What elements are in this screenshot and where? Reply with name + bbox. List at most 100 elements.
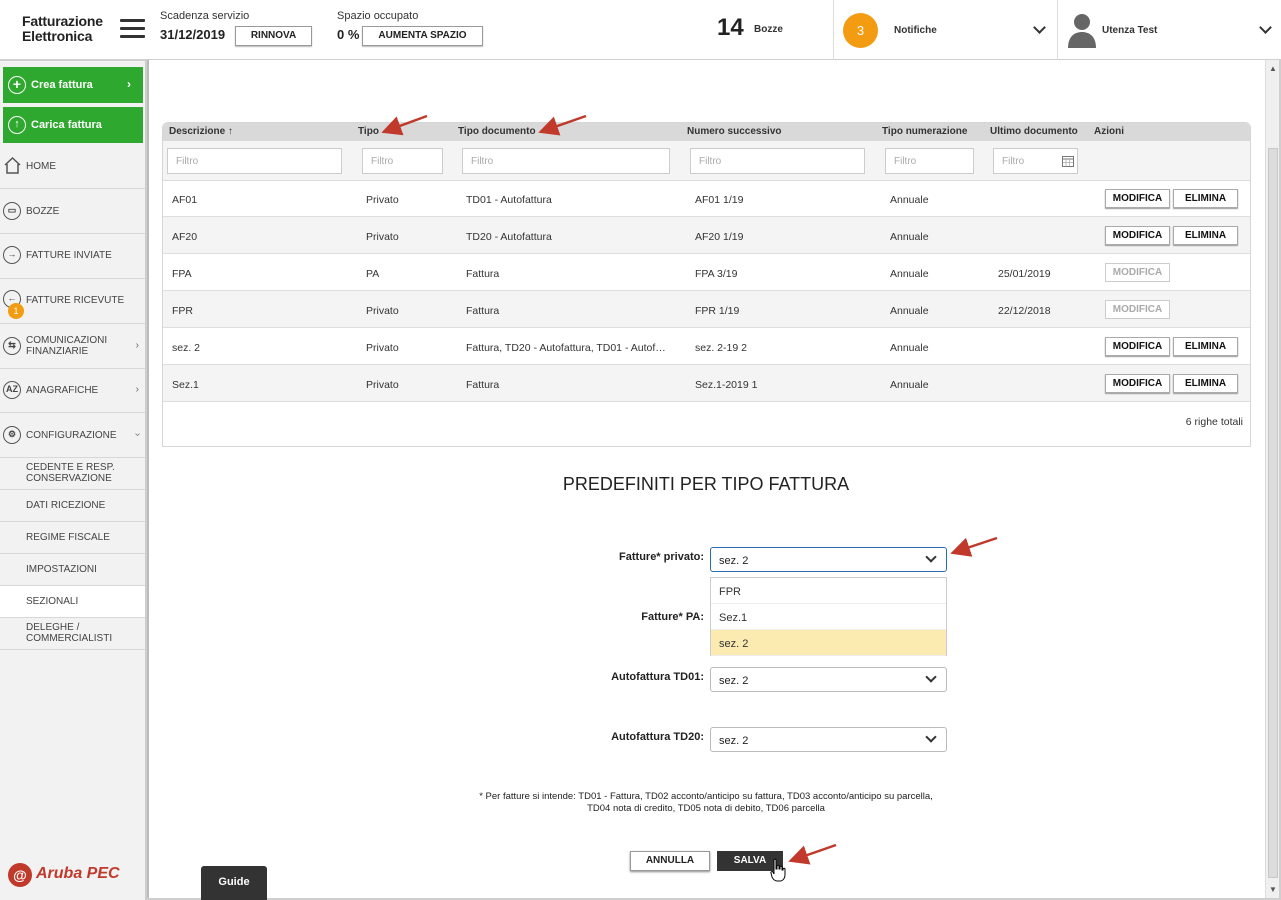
table-header: Descrizione ↑ Tipo Tipo documento Numero… [163,123,1250,141]
user-avatar-icon[interactable] [1067,12,1097,48]
sidebar-item-bozze[interactable]: ▭ BOZZE [0,189,145,234]
scroll-down-icon[interactable]: ▼ [1269,885,1277,894]
sidebar-item-label: FATTURE INVIATE [26,250,112,261]
scadenza-value: 31/12/2019 [160,27,226,42]
table-row[interactable]: Sez.1 Privato Fattura Sez.1-2019 1 Annua… [163,365,1250,402]
aumenta-spazio-button[interactable]: AUMENTA SPAZIO [362,26,483,46]
modifica-button-disabled: MODIFICA [1105,263,1170,282]
dropdown-option-selected[interactable]: sez. 2 [711,630,946,656]
sidebar-subitem-cedente[interactable]: CEDENTE E RESP. CONSERVAZIONE [0,458,145,490]
ricevute-badge: 1 [8,303,24,319]
filter-ultimo-documento-input[interactable]: Filtro [993,148,1078,174]
column-header-numero-successivo[interactable]: Numero successivo [687,126,782,137]
crea-fattura-button[interactable]: + Crea fattura › [3,67,143,103]
filter-numerazione-input[interactable]: Filtro [885,148,974,174]
column-header-ultimo-documento[interactable]: Ultimo documento [990,126,1078,137]
sidebar-item-configurazione[interactable]: ⚙ CONFIGURAZIONE › [0,413,145,458]
sidebar-subitem-label: SEZIONALI [26,596,79,607]
cell-numerazione: Annuale [890,194,929,206]
cell-tipo-documento: Fattura [466,305,500,317]
td01-select[interactable]: sez. 2 [710,667,947,692]
table-row[interactable]: AF01 Privato TD01 - Autofattura AF01 1/1… [163,180,1250,217]
cell-tipo: Privato [366,342,399,354]
pa-label: Fatture* PA: [641,611,704,623]
cell-tipo: Privato [366,231,399,243]
cell-descrizione: AF01 [172,194,198,206]
chevron-down-icon: › [131,432,143,437]
user-chevron-down-icon[interactable] [1259,21,1272,34]
td01-label: Autofattura TD01: [611,671,704,683]
column-header-tipo[interactable]: Tipo [358,126,379,137]
filter-numero-input[interactable]: Filtro [690,148,865,174]
cell-ultimo: 22/12/2018 [998,305,1051,317]
chevron-right-icon: › [127,77,131,91]
elimina-button[interactable]: ELIMINA [1173,226,1238,245]
sidebar-subitem-label: CEDENTE E RESP. CONSERVAZIONE [26,462,115,484]
spazio-label: Spazio occupato [337,10,419,22]
cell-ultimo: 25/01/2019 [998,268,1051,280]
annulla-button[interactable]: ANNULLA [630,851,710,871]
cell-numero: FPA 3/19 [695,268,738,280]
exchange-icon: ⇆ [3,337,21,355]
sidebar-subitem-deleghe[interactable]: DELEGHE / COMMERCIALISTI [0,618,145,650]
menu-icon[interactable] [120,19,145,38]
modifica-button[interactable]: MODIFICA [1105,374,1170,393]
sidebar-item-fatture-inviate[interactable]: → FATTURE INVIATE [0,234,145,279]
guide-tab[interactable]: Guide [201,866,267,900]
scroll-up-icon[interactable]: ▲ [1269,64,1277,73]
notifications-chevron-down-icon[interactable] [1033,21,1046,34]
dropdown-option[interactable]: FPR [711,578,946,604]
elimina-button[interactable]: ELIMINA [1173,189,1238,208]
cell-tipo: Privato [366,194,399,206]
elimina-button[interactable]: ELIMINA [1173,374,1238,393]
user-name[interactable]: Utenza Test [1102,25,1157,36]
notifications-label[interactable]: Notifiche [894,25,937,36]
table-row[interactable]: FPA PA Fattura FPA 3/19 Annuale 25/01/20… [163,254,1250,291]
cell-descrizione: FPR [172,305,193,317]
logo-line-2: Elettronica [22,28,93,44]
filter-tipo-input[interactable]: Filtro [362,148,443,174]
sidebar-item-fatture-ricevute[interactable]: ← FATTURE RICEVUTE [0,279,145,324]
table-row[interactable]: AF20 Privato TD20 - Autofattura AF20 1/1… [163,217,1250,254]
column-header-descrizione[interactable]: Descrizione ↑ [169,126,233,137]
td20-select[interactable]: sez. 2 [710,727,947,752]
cell-tipo-documento: Fattura, TD20 - Autofattura, TD01 - Auto… [466,342,666,354]
table-row[interactable]: FPR Privato Fattura FPR 1/19 Annuale 22/… [163,291,1250,328]
bozze-label[interactable]: Bozze [754,24,783,35]
elimina-button[interactable]: ELIMINA [1173,337,1238,356]
modifica-button[interactable]: MODIFICA [1105,189,1170,208]
app-logo[interactable]: Fatturazione Elettronica [22,14,103,44]
scrollbar-thumb[interactable] [1268,148,1278,878]
sidebar-subitem-label: DATI RICEZIONE [26,500,106,511]
section-title: PREDEFINITI PER TIPO FATTURA [562,474,850,494]
column-header-tipo-documento[interactable]: Tipo documento [458,126,536,137]
privato-select[interactable]: sez. 2 [710,547,947,572]
cell-tipo-documento: Fattura [466,379,500,391]
sidebar-subitem-sezionali[interactable]: SEZIONALI [0,586,145,618]
column-header-tipo-numerazione[interactable]: Tipo numerazione [882,126,967,137]
sidebar-item-comunicazioni[interactable]: ⇆ COMUNICAZIONI FINANZIARIE › [0,324,145,369]
cell-descrizione: Sez.1 [172,379,199,391]
scrollbar[interactable]: ▲ ▼ [1265,60,1279,898]
carica-fattura-button[interactable]: ↑ Carica fattura [3,107,143,143]
bozze-count[interactable]: 14 [717,14,744,42]
filter-descrizione-input[interactable]: Filtro [167,148,342,174]
modifica-button[interactable]: MODIFICA [1105,226,1170,245]
sidebar-item-home[interactable]: HOME [0,145,145,189]
cell-numerazione: Annuale [890,379,929,391]
upload-icon: ↑ [8,116,26,134]
dropdown-option[interactable]: Sez.1 [711,604,946,630]
modifica-button[interactable]: MODIFICA [1105,337,1170,356]
sidebar-subitem-regime-fiscale[interactable]: REGIME FISCALE [0,522,145,554]
sidebar-subitem-impostazioni[interactable]: IMPOSTAZIONI [0,554,145,586]
sidebar-subitem-dati-ricezione[interactable]: DATI RICEZIONE [0,490,145,522]
cell-numero: AF01 1/19 [695,194,744,206]
spazio-value: 0 % [337,27,360,42]
notifications-badge[interactable]: 3 [843,13,878,48]
drafts-icon: ▭ [3,202,21,220]
sidebar-item-anagrafiche[interactable]: AZ ANAGRAFICHE › [0,369,145,413]
filter-tipo-documento-input[interactable]: Filtro [462,148,670,174]
calendar-icon[interactable] [1062,155,1074,167]
table-row[interactable]: sez. 2 Privato Fattura, TD20 - Autofattu… [163,328,1250,365]
rinnova-button[interactable]: RINNOVA [235,26,312,46]
